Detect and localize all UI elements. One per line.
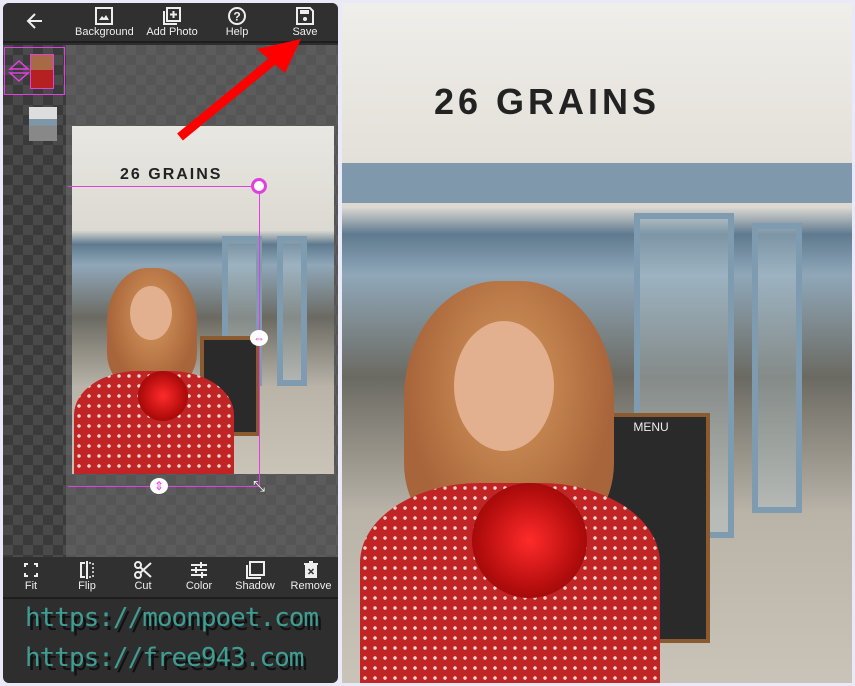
menu-title: MENU (633, 420, 669, 434)
resize-height-handle[interactable]: ⇕ (150, 478, 168, 494)
sign-text: 26 GRAINS (120, 166, 223, 183)
resize-width-handle[interactable]: ⇔ (250, 330, 268, 346)
scissors-icon (134, 561, 152, 579)
result-sign-text: 26 GRAINS (434, 81, 661, 122)
flip-icon (80, 561, 94, 579)
fit-label: Fit (24, 580, 38, 592)
cut-label: Cut (134, 580, 152, 592)
fit-button[interactable]: Fit (3, 561, 59, 592)
editor-panel: Background Add Photo ? Help Save 26 GRAI… (3, 3, 338, 683)
flip-button[interactable]: Flip (59, 561, 115, 592)
shadow-button[interactable]: Shadow (227, 561, 283, 592)
cut-button[interactable]: Cut (115, 561, 171, 592)
bottom-toolbar: Fit Flip Cut Color Shadow Remove (3, 557, 338, 599)
fit-icon (24, 563, 38, 577)
remove-button[interactable]: Remove (283, 561, 338, 592)
trash-icon (304, 561, 318, 578)
resize-corner-handle[interactable]: ⤡ (250, 478, 268, 496)
red-arrow-annotation (177, 39, 301, 141)
remove-label: Remove (290, 580, 332, 592)
flip-label: Flip (78, 580, 96, 592)
color-label: Color (185, 580, 213, 592)
color-button[interactable]: Color (171, 561, 227, 592)
rotate-handle[interactable] (251, 178, 267, 194)
watermark-line-1: https://moonpoet.com (25, 603, 319, 633)
shadow-label: Shadow (235, 580, 275, 592)
selection-box[interactable] (68, 186, 260, 486)
result-photo: 26 GRAINS MENU (342, 3, 852, 683)
watermark-line-2: https://free943.com (25, 643, 304, 673)
shadow-icon (246, 561, 265, 579)
sliders-icon (191, 562, 207, 578)
